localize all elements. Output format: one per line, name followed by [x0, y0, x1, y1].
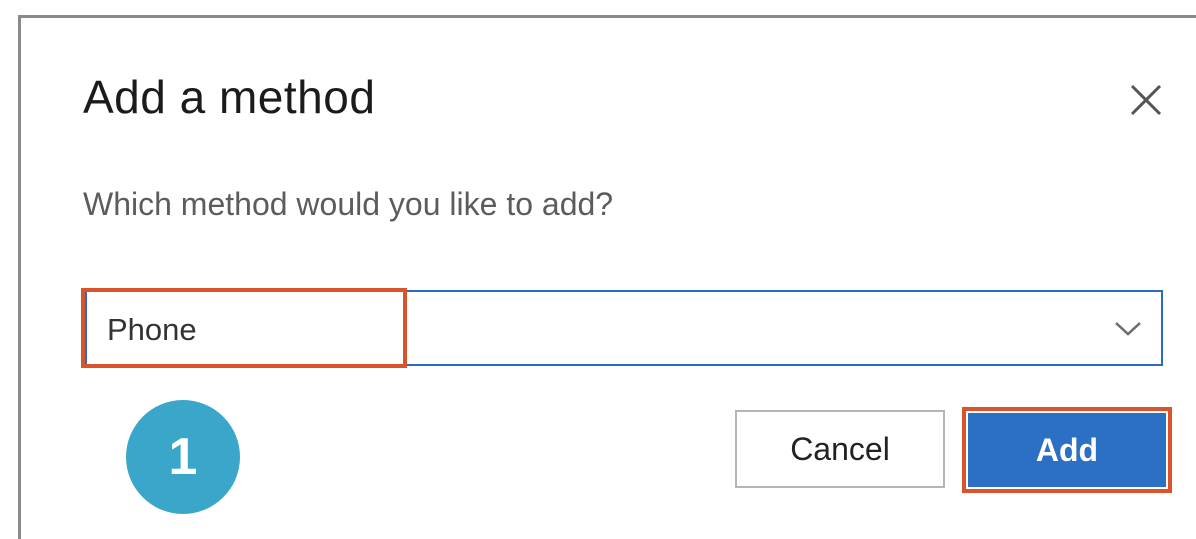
chevron-down-icon	[1115, 322, 1141, 336]
cancel-button[interactable]: Cancel	[735, 410, 945, 488]
method-prompt: Which method would you like to add?	[83, 186, 614, 222]
method-select-value: Phone	[107, 312, 197, 347]
close-button[interactable]	[1126, 80, 1166, 120]
add-method-dialog: Add a method Which method would you like…	[18, 15, 1196, 539]
add-button[interactable]: Add	[968, 413, 1166, 487]
close-icon	[1130, 84, 1162, 116]
step-number-badge: 1	[126, 400, 240, 514]
method-select[interactable]: Phone	[85, 290, 1163, 366]
dialog-title: Add a method	[83, 71, 376, 123]
